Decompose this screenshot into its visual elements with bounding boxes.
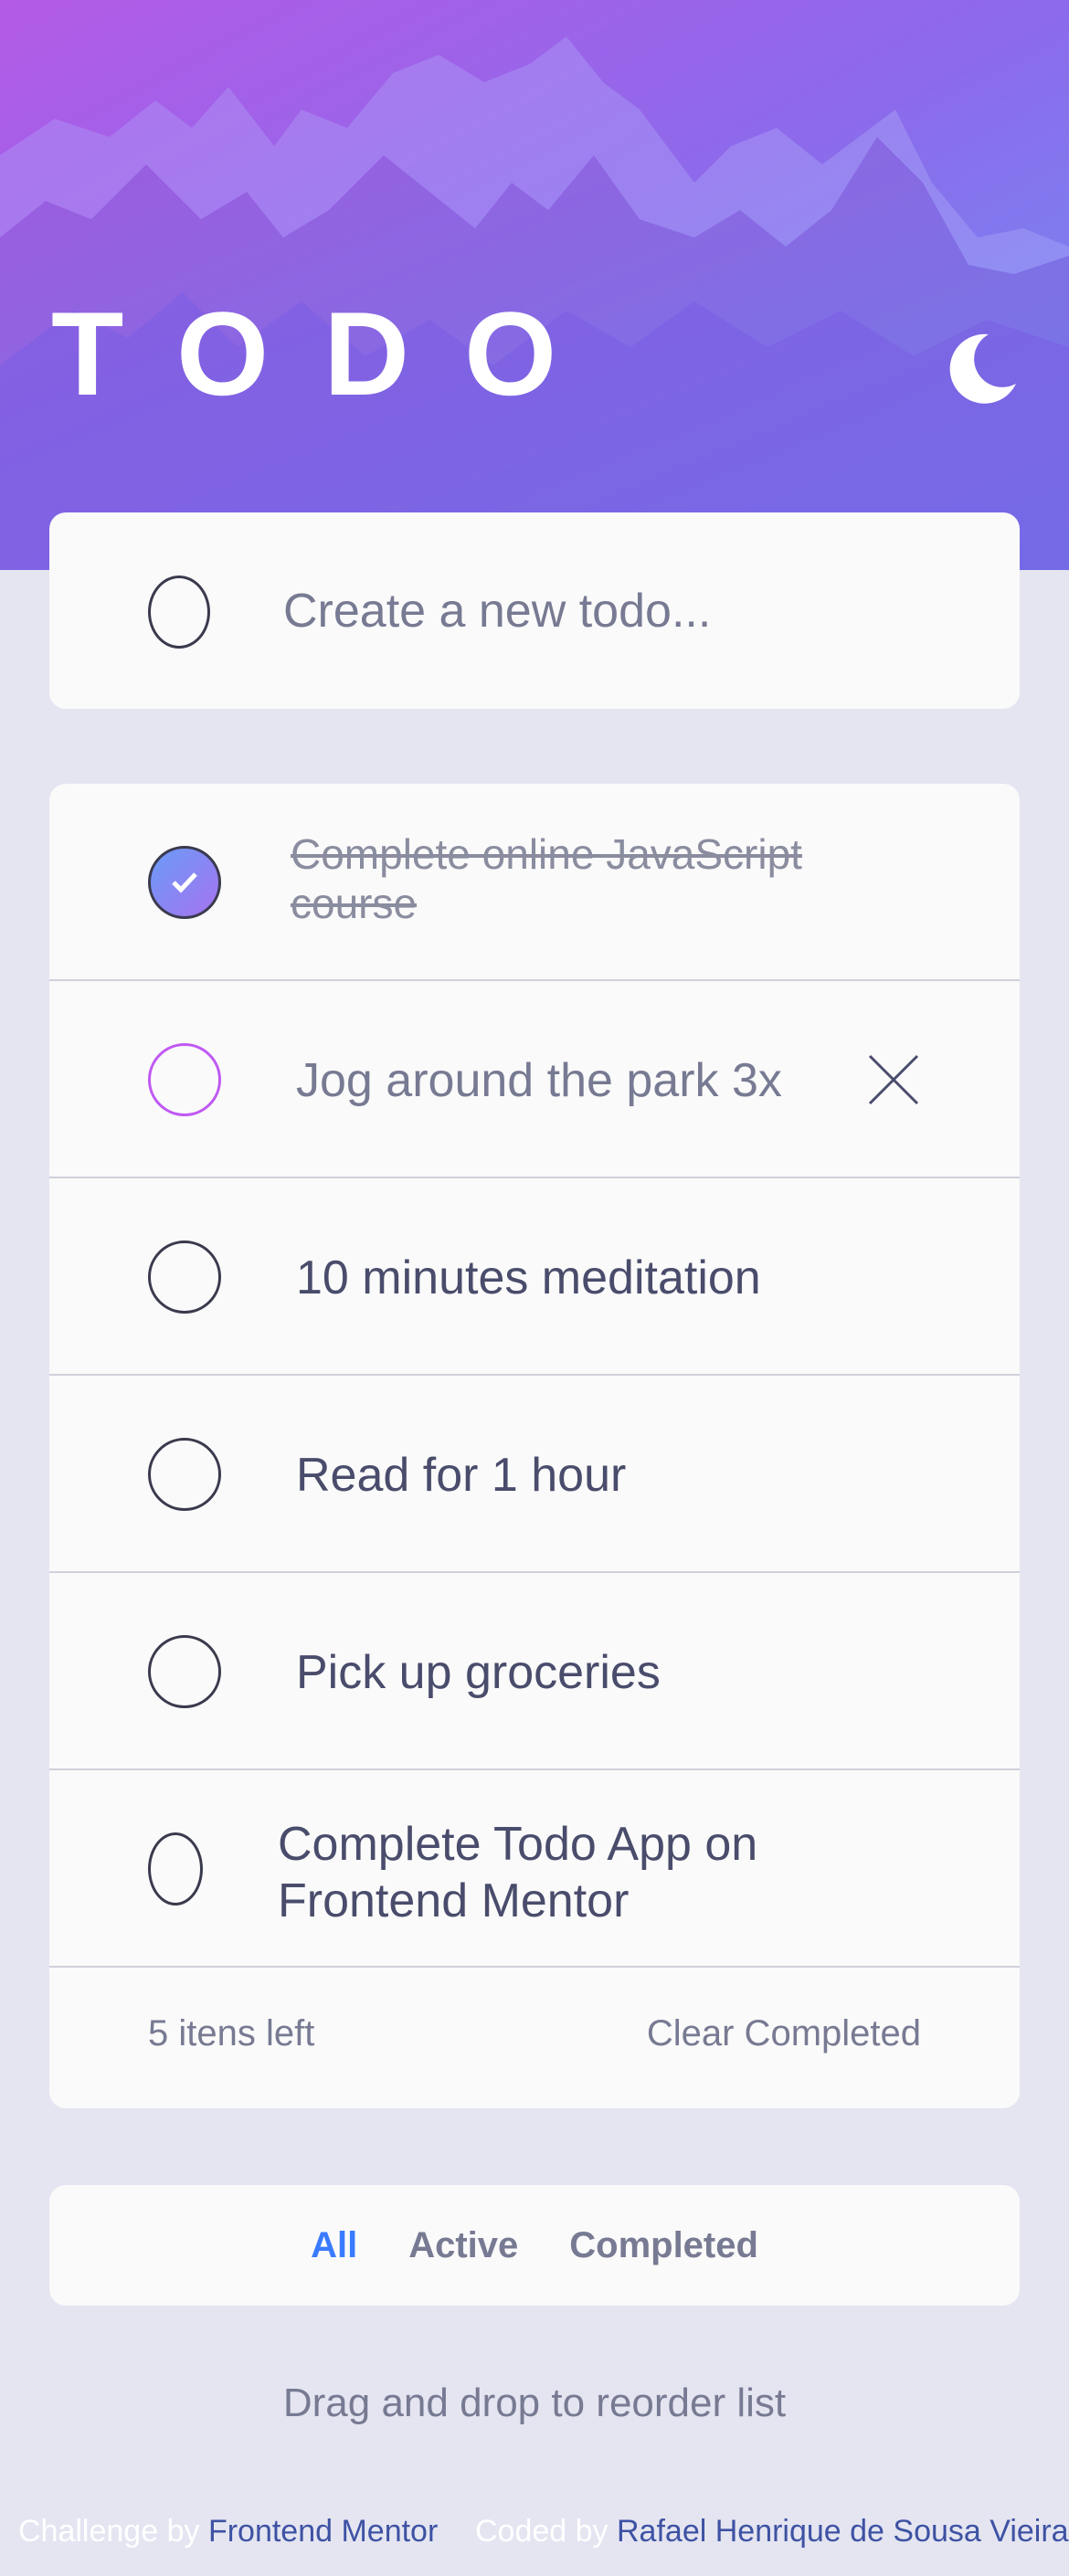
- theme-toggle-button[interactable]: [941, 329, 1020, 407]
- todo-item[interactable]: 10 minutes meditation: [49, 1178, 1020, 1376]
- todo-text: Complete online JavaScript course: [291, 830, 802, 927]
- todo-text: Pick up groceries: [296, 1646, 661, 1699]
- todo-item[interactable]: Read for 1 hour: [49, 1376, 1020, 1573]
- clear-completed-button[interactable]: Clear Completed: [647, 2013, 921, 2054]
- mountain-illustration: [0, 0, 1069, 570]
- items-left-count: 5 itens left: [148, 2013, 315, 2053]
- todo-checkbox[interactable]: [148, 1635, 221, 1708]
- todo-checkbox[interactable]: [148, 1240, 221, 1314]
- todo-item[interactable]: Pick up groceries: [49, 1573, 1020, 1770]
- todo-item[interactable]: Jog around the park 3x: [49, 981, 1020, 1178]
- todo-list: Complete online JavaScript course Jog ar…: [49, 784, 1020, 2108]
- drag-hint: Drag and drop to reorder list: [282, 2381, 787, 2425]
- todo-text: 10 minutes meditation: [296, 1251, 761, 1304]
- todo-item[interactable]: Complete online JavaScript course: [49, 784, 1020, 981]
- frontend-mentor-link[interactable]: Frontend Mentor: [208, 2514, 438, 2549]
- todo-text: Jog around the park 3x: [296, 1054, 782, 1107]
- todo-checkbox-checked[interactable]: [148, 846, 221, 919]
- new-todo-checkbox[interactable]: [148, 575, 210, 649]
- filter-completed[interactable]: Completed: [569, 2225, 758, 2266]
- coded-prefix: Coded by: [475, 2514, 609, 2549]
- delete-todo-button[interactable]: [868, 1054, 919, 1105]
- todo-checkbox[interactable]: [148, 1438, 221, 1511]
- challenge-prefix: Challenge by: [18, 2514, 200, 2549]
- coded-by-attribution: Coded by Rafael Henrique de Sousa Vieira: [475, 2514, 1069, 2550]
- filter-active[interactable]: Active: [408, 2225, 518, 2266]
- list-footer: 5 itens left Clear Completed: [49, 1968, 1020, 2108]
- new-todo-card: [49, 512, 1020, 709]
- new-todo-input[interactable]: [283, 567, 923, 655]
- author-link[interactable]: Rafael Henrique de Sousa Vieira: [617, 2514, 1069, 2549]
- challenge-attribution: Challenge by Frontend Mentor: [18, 2514, 438, 2550]
- app-title: TODO: [51, 287, 612, 420]
- todo-checkbox[interactable]: [148, 1832, 203, 1906]
- check-icon: [172, 872, 197, 893]
- filter-all[interactable]: All: [311, 2225, 357, 2266]
- hero-background: TODO: [0, 0, 1069, 570]
- todo-checkbox[interactable]: [148, 1043, 221, 1116]
- close-icon: [868, 1054, 919, 1105]
- filter-bar: All Active Completed: [49, 2185, 1020, 2306]
- todo-text: Read for 1 hour: [296, 1449, 627, 1502]
- todo-text: Complete Todo App on Frontend Mentor: [278, 1818, 758, 1927]
- todo-item[interactable]: Complete Todo App on Frontend Mentor: [49, 1770, 1020, 1968]
- moon-icon: [949, 333, 1016, 404]
